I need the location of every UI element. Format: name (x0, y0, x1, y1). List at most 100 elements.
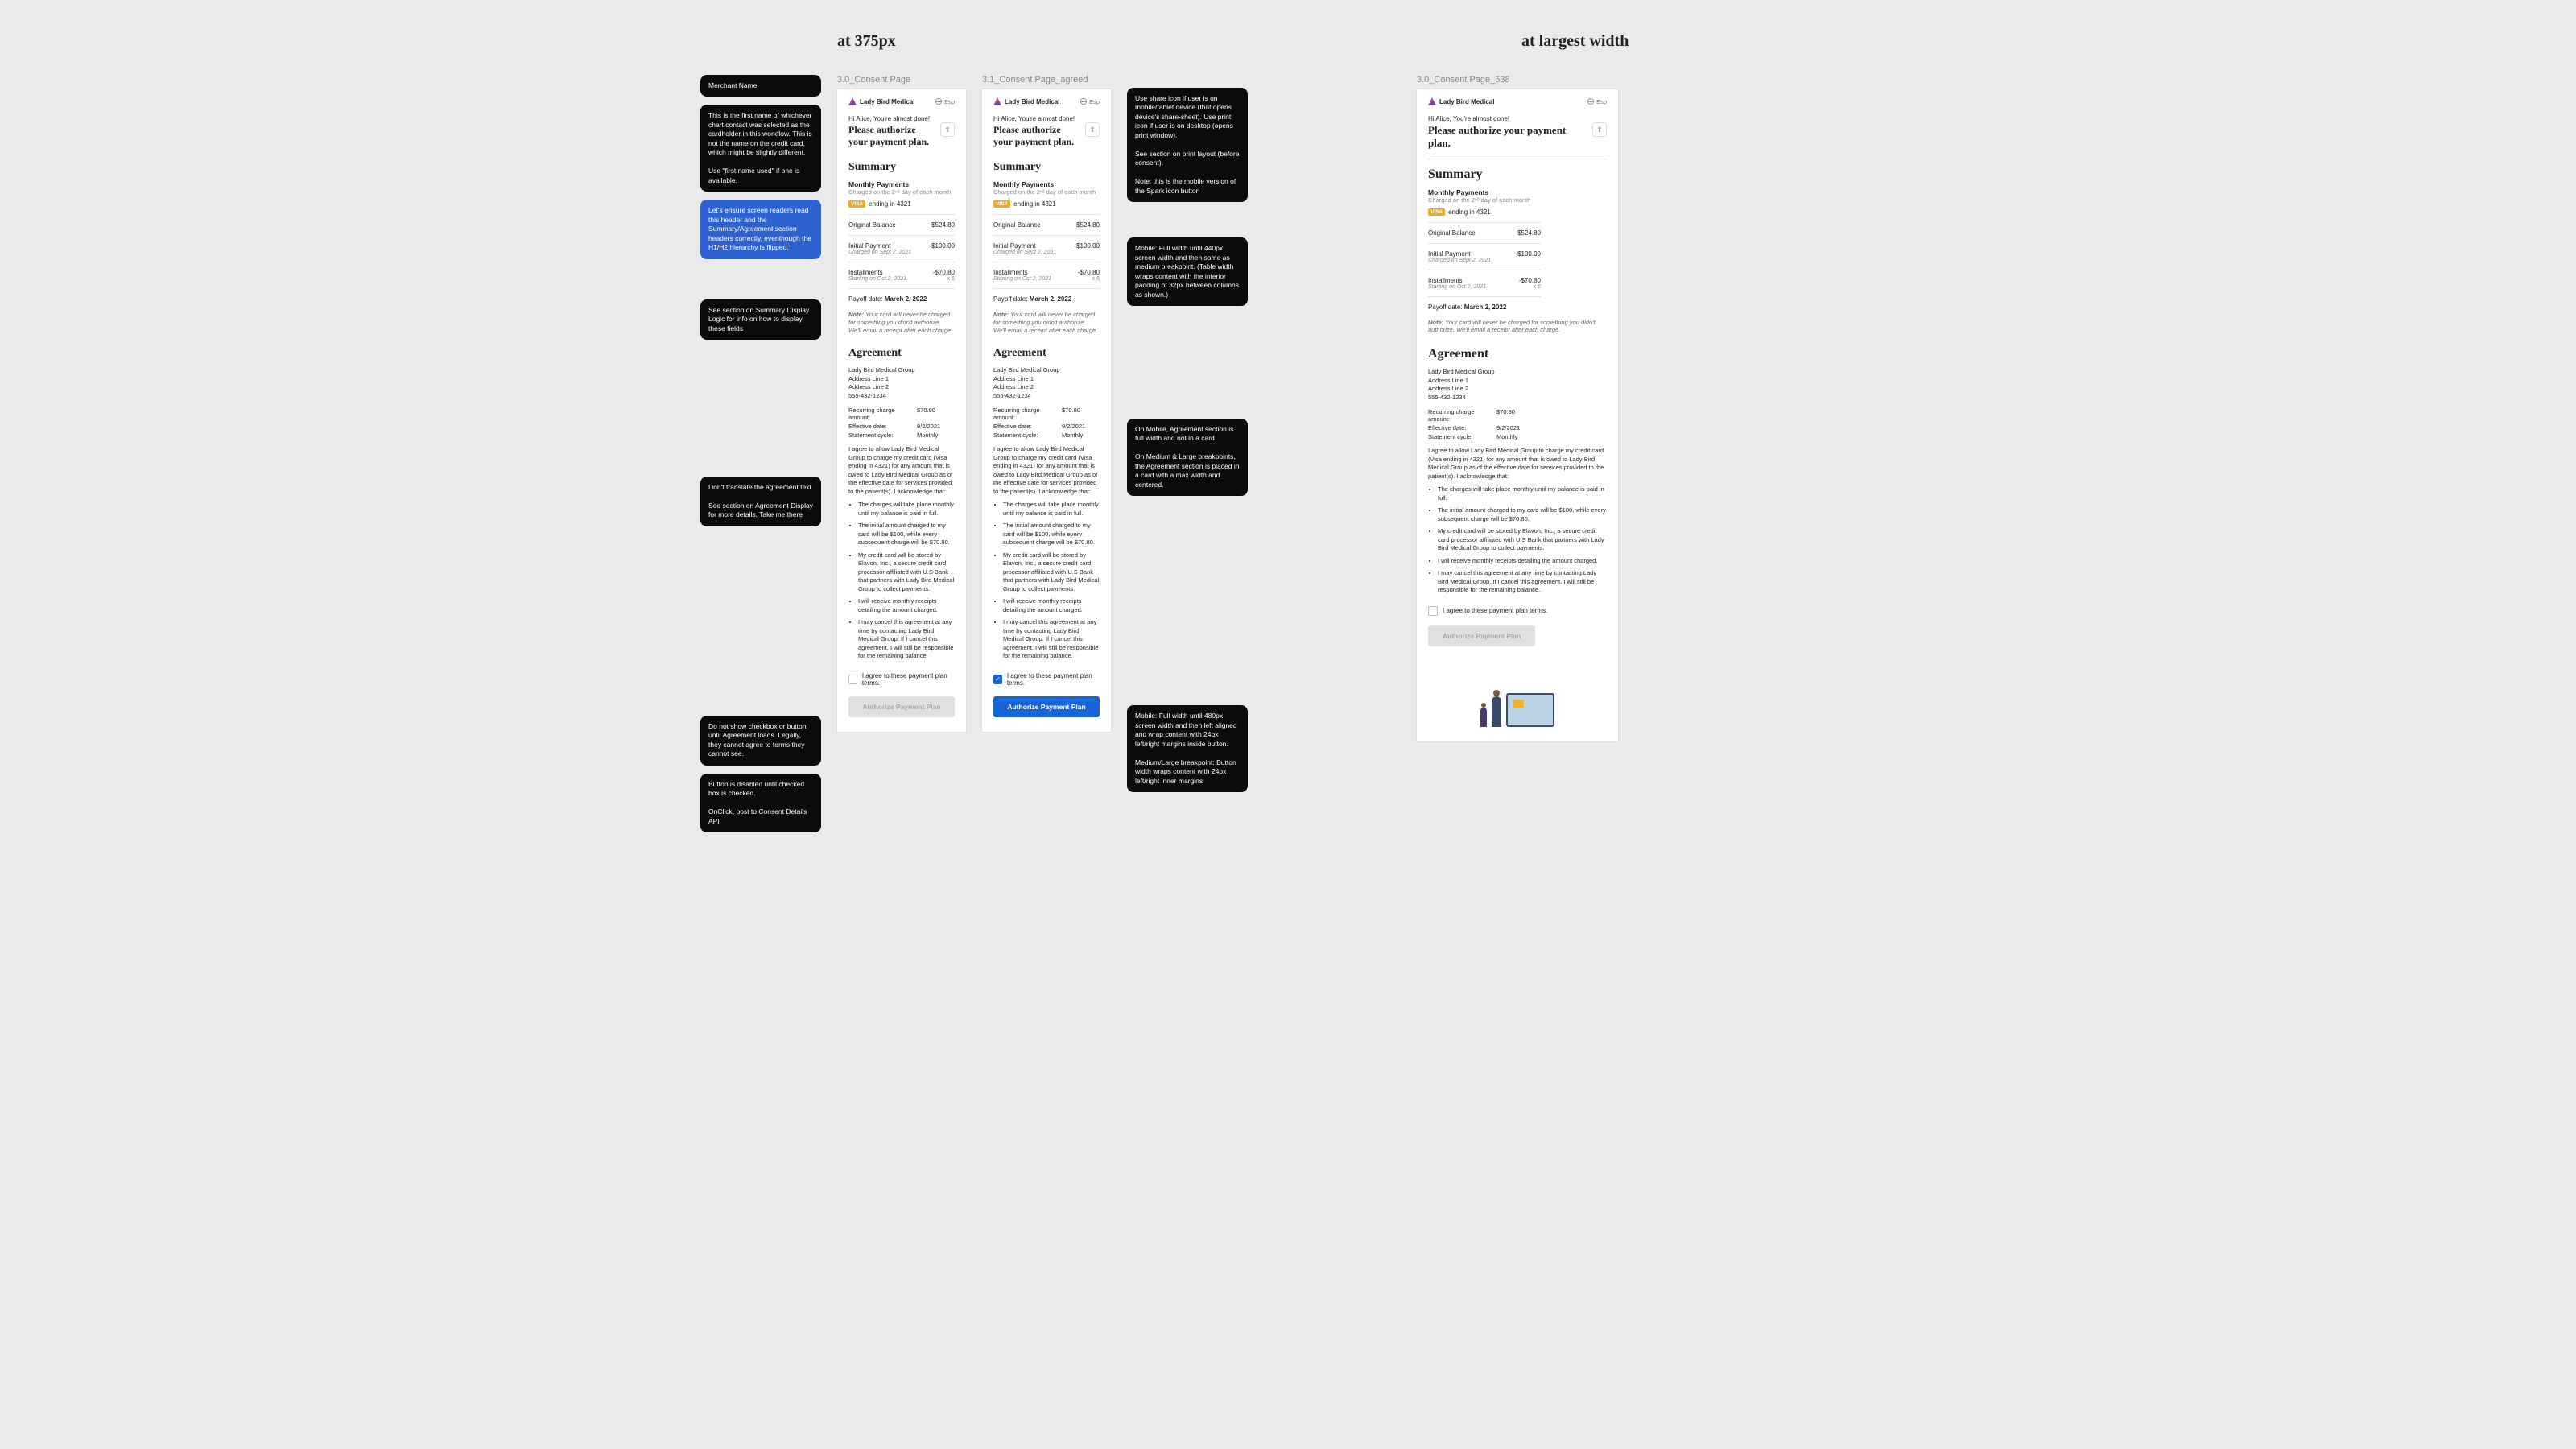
kv-cycle: Statement cycle:Monthly (848, 431, 955, 439)
row-installments: Installments Starting on Oct 2, 2021 -$7… (848, 269, 955, 282)
monthly-payments-label: Monthly Payments (1428, 188, 1541, 196)
kv-recurring: Recurring charge amount:$70.80 (993, 407, 1100, 421)
kv-cycle: Statement cycle:Monthly (993, 431, 1100, 439)
share-icon: ⇪ (944, 126, 951, 134)
merchant-address: Lady Bird Medical Group Address Line 1 A… (1428, 368, 1607, 402)
consent-screen-375-checked: Lady Bird Medical Esp Hi Alice, You're a… (982, 89, 1111, 732)
merchant-name: Lady Bird Medical (1005, 98, 1059, 105)
kv-effective: Effective date:9/2/2021 (1428, 424, 1607, 431)
payment-card-chip: VISA ending in 4321 (1428, 208, 1491, 216)
page-title: Please authorize your payment plan. (848, 124, 934, 148)
share-button[interactable]: ⇪ (940, 122, 955, 137)
agreement-intro: I agree to allow Lady Bird Medical Group… (1428, 447, 1607, 481)
agreement-bullets: The charges will take place monthly unti… (1003, 501, 1100, 661)
row-installments: Installments Starting on Oct 2, 2021 -$7… (1428, 277, 1541, 290)
agree-checkbox-label: I agree to these payment plan terms. (1443, 607, 1547, 614)
merchant-brand: Lady Bird Medical (848, 97, 914, 105)
share-button[interactable]: ⇪ (1085, 122, 1100, 137)
page-title: Please authorize your payment plan. (1428, 124, 1586, 151)
globe-icon (1080, 98, 1087, 105)
anno-button-disabled: Button is disabled until checked box is … (700, 774, 821, 832)
anno-share-icon: Use share icon if user is on mobile/tabl… (1127, 88, 1248, 202)
row-original-balance: Original Balance $524.80 (993, 221, 1100, 229)
merchant-brand: Lady Bird Medical (1428, 97, 1494, 105)
row-initial-payment: Initial Payment Charged on Sept 2, 2021 … (993, 242, 1100, 255)
agree-checkbox[interactable]: ✓ (993, 675, 1002, 684)
kv-effective: Effective date:9/2/2021 (848, 423, 955, 430)
charge-note: Note: Your card will never be charged fo… (993, 311, 1100, 334)
merchant-logo-icon (848, 97, 857, 105)
kv-recurring: Recurring charge amount:$70.80 (1428, 408, 1607, 423)
annotation-column-middle: Use share icon if user is on mobile/tabl… (1127, 75, 1248, 800)
greeting-text: Hi Alice, You're almost done! (848, 115, 955, 122)
authorize-button[interactable]: Authorize Payment Plan (848, 696, 955, 717)
merchant-address: Lady Bird Medical Group Address Line 1 A… (848, 366, 955, 400)
monthly-payments-sub: Charged on the 2ⁿᵈ day of each month (993, 188, 1100, 196)
authorize-button[interactable]: Authorize Payment Plan (1428, 625, 1535, 646)
share-icon: ⇪ (1596, 126, 1603, 134)
agree-checkbox[interactable] (848, 675, 857, 684)
merchant-logo-icon (993, 97, 1001, 105)
merchant-name: Lady Bird Medical (1439, 98, 1494, 105)
anno-button-width: Mobile: Full width until 480px screen wi… (1127, 705, 1248, 792)
monthly-payments-sub: Charged on the 2ⁿᵈ day of each month (1428, 196, 1541, 204)
breakpoint-label-375: at 375px (837, 32, 1127, 51)
anno-checkbox-visibility: Do not show checkbox or button until Agr… (700, 716, 821, 766)
consent-screen-375-unchecked: Lady Bird Medical Esp Hi Alice, You're a… (837, 89, 966, 732)
charge-note: Note: Your card will never be charged fo… (848, 311, 955, 334)
agreement-bullets: The charges will take place monthly unti… (1438, 485, 1607, 595)
share-button[interactable]: ⇪ (1592, 122, 1607, 137)
breakpoint-label-largest: at largest width (1521, 32, 1629, 51)
row-installments: Installments Starting on Oct 2, 2021 -$7… (993, 269, 1100, 282)
row-original-balance: Original Balance $524.80 (848, 221, 955, 229)
merchant-address: Lady Bird Medical Group Address Line 1 A… (993, 366, 1100, 400)
kv-effective: Effective date:9/2/2021 (993, 423, 1100, 430)
frame-label-638: 3.0_Consent Page_638 (1417, 75, 1618, 85)
row-initial-payment: Initial Payment Charged on Sept 2, 2021 … (848, 242, 955, 255)
card-brand-badge: VISA (1428, 208, 1445, 216)
card-brand-badge: VISA (993, 200, 1010, 208)
authorize-button[interactable]: Authorize Payment Plan (993, 696, 1100, 717)
frame-label-31: 3.1_Consent Page_agreed (982, 75, 1111, 85)
anno-agreement-translate: Don't translate the agreement text See s… (700, 477, 821, 526)
row-original-balance: Original Balance $524.80 (1428, 229, 1541, 237)
card-brand-badge: VISA (848, 200, 865, 208)
anno-a11y: Let's ensure screen readers read this he… (700, 200, 821, 258)
card-last4: ending in 4321 (869, 200, 911, 208)
monthly-payments-label: Monthly Payments (993, 180, 1100, 188)
language-toggle[interactable]: Esp (935, 98, 955, 105)
payment-card-chip: VISA ending in 4321 (993, 200, 1056, 208)
summary-heading: Summary (848, 161, 955, 174)
agree-checkbox[interactable] (1428, 606, 1438, 616)
language-toggle[interactable]: Esp (1587, 98, 1607, 105)
anno-table-width: Mobile: Full width until 440px screen wi… (1127, 237, 1248, 306)
payoff-date: Payoff date: March 2, 2022 (1428, 303, 1541, 311)
agreement-intro: I agree to allow Lady Bird Medical Group… (993, 445, 1100, 496)
globe-icon (1587, 98, 1594, 105)
payment-card-chip: VISA ending in 4321 (848, 200, 911, 208)
greeting-text: Hi Alice, You're almost done! (1428, 115, 1607, 122)
agreement-heading: Agreement (993, 347, 1100, 360)
anno-merchant-name: Merchant Name (700, 75, 821, 97)
anno-summary-logic: See section on Summary Display Logic for… (700, 299, 821, 340)
agreement-intro: I agree to allow Lady Bird Medical Group… (848, 445, 955, 496)
agreement-heading: Agreement (848, 347, 955, 360)
globe-icon (935, 98, 942, 105)
annotation-column-left: Merchant Name This is the first name of … (700, 75, 821, 840)
anno-agreement-width: On Mobile, Agreement section is full wid… (1127, 419, 1248, 496)
card-last4: ending in 4321 (1448, 208, 1491, 216)
greeting-text: Hi Alice, You're almost done! (993, 115, 1100, 122)
payoff-date: Payoff date: March 2, 2022 (848, 295, 955, 303)
row-initial-payment: Initial Payment Charged on Sept 2, 2021 … (1428, 250, 1541, 263)
anno-first-name: This is the first name of whichever char… (700, 105, 821, 192)
summary-heading: Summary (1428, 167, 1607, 182)
agreement-bullets: The charges will take place monthly unti… (858, 501, 955, 661)
kv-recurring: Recurring charge amount:$70.80 (848, 407, 955, 421)
language-toggle[interactable]: Esp (1080, 98, 1100, 105)
frame-label-30: 3.0_Consent Page (837, 75, 966, 85)
page-title: Please authorize your payment plan. (993, 124, 1079, 148)
merchant-logo-icon (1428, 97, 1436, 105)
kv-cycle: Statement cycle:Monthly (1428, 433, 1607, 440)
merchant-brand: Lady Bird Medical (993, 97, 1059, 105)
payoff-date: Payoff date: March 2, 2022 (993, 295, 1100, 303)
